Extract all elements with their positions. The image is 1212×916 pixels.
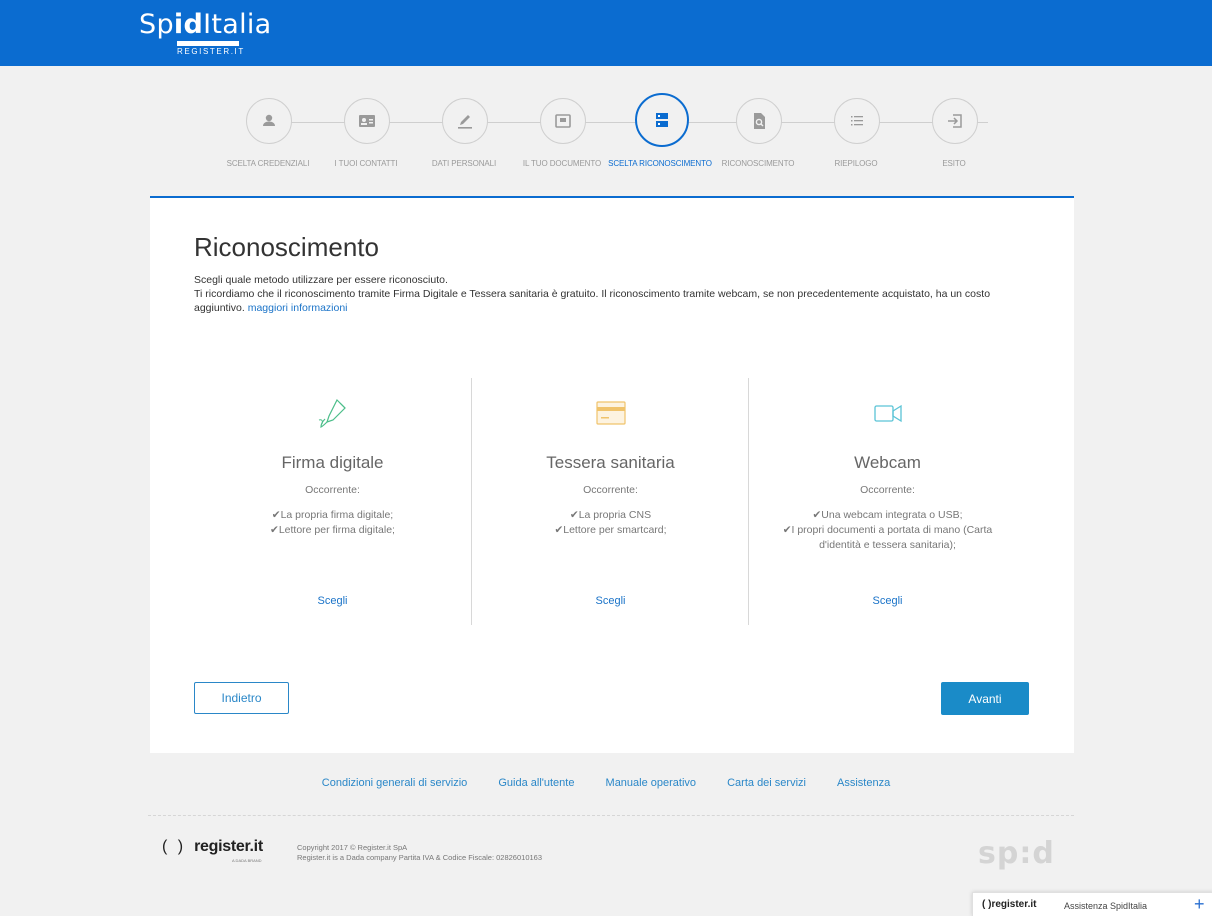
back-button[interactable]: Indietro (194, 682, 289, 714)
help-label: Assistenza SpidItalia (1064, 901, 1148, 911)
footer-links: Condizioni generali di servizio Guida al… (0, 777, 1212, 789)
method-requirements: ✔Una webcam integrata o USB; ✔I propri d… (782, 509, 993, 551)
footer-link-carta-servizi[interactable]: Carta dei servizi (727, 777, 806, 789)
copyright: Copyright 2017 © Register.it SpA Registe… (297, 843, 542, 862)
user-icon (246, 98, 292, 144)
register-tagline: A DADA BRAND (232, 858, 262, 863)
progress-stepper: SCELTA CREDENZIALI I TUOI CONTATTI DATI … (148, 90, 1074, 190)
footer-link-manuale[interactable]: Manuale operativo (606, 777, 697, 789)
contact-card-icon (344, 98, 390, 144)
pen-nib-icon (194, 396, 471, 432)
credit-card-icon (472, 396, 749, 432)
sign-in-icon (932, 98, 978, 144)
method-tessera-sanitaria: Tessera sanitaria Occorrente: ✔La propri… (471, 378, 749, 625)
server-icon (635, 93, 689, 147)
spiditalia-logo[interactable]: SpidItalia REGISTER.IT (139, 9, 272, 57)
method-requirements: ✔La propria CNS ✔Lettore per smartcard; (554, 509, 667, 536)
method-firma-digitale: Firma digitale Occorrente: ✔La propria f… (194, 378, 471, 625)
recognition-methods: Firma digitale Occorrente: ✔La propria f… (194, 378, 1026, 625)
method-webcam: Webcam Occorrente: ✔Una webcam integrata… (748, 378, 1026, 625)
logo-bold: id (173, 9, 204, 40)
step-label: ESITO (942, 159, 966, 168)
assistance-widget[interactable]: ( )register.it Assistenza SpidItalia + (972, 892, 1212, 916)
scegli-tessera-sanitaria-link[interactable]: Scegli (472, 595, 749, 607)
intro-text: Scegli quale metodo utilizzare per esser… (194, 273, 1034, 315)
page-title: Riconoscimento (194, 232, 379, 262)
method-title: Firma digitale (281, 453, 384, 472)
more-info-link[interactable]: maggiori informazioni (248, 302, 348, 314)
file-search-icon (736, 98, 782, 144)
pencil-icon (442, 98, 488, 144)
document-icon (540, 98, 586, 144)
method-title: Webcam (854, 453, 921, 472)
video-camera-icon (749, 396, 1026, 432)
method-subtitle: Occorrente: (305, 484, 360, 496)
scegli-webcam-link[interactable]: Scegli (749, 595, 1026, 607)
logo-prefix: Sp (139, 9, 174, 40)
help-register-logo: ( )register.it (982, 899, 1037, 910)
list-icon (834, 98, 880, 144)
spid-logo: sp:d (978, 836, 1055, 871)
next-button[interactable]: Avanti (941, 682, 1029, 715)
method-requirements: ✔La propria firma digitale; ✔Lettore per… (270, 509, 395, 536)
plus-icon[interactable]: + (1194, 894, 1205, 915)
logo-suffix: Italia (203, 9, 272, 40)
intro-line-2: Ti ricordiamo che il riconoscimento tram… (194, 288, 991, 314)
method-title: Tessera sanitaria (546, 453, 675, 472)
logo-subtitle: REGISTER.IT (177, 41, 243, 56)
top-bar: SpidItalia REGISTER.IT (0, 0, 1212, 66)
footer-link-guida[interactable]: Guida all'utente (498, 777, 574, 789)
intro-line-1: Scegli quale metodo utilizzare per esser… (194, 274, 448, 286)
method-subtitle: Occorrente: (583, 484, 638, 496)
footer-divider (148, 815, 1074, 816)
footer-link-assistenza[interactable]: Assistenza (837, 777, 890, 789)
footer-link-condizioni[interactable]: Condizioni generali di servizio (322, 777, 468, 789)
register-logo[interactable]: ( ) register.it (162, 838, 263, 856)
main-card: Riconoscimento Scegli quale metodo utili… (150, 196, 1074, 753)
scegli-firma-digitale-link[interactable]: Scegli (194, 595, 471, 607)
method-subtitle: Occorrente: (860, 484, 915, 496)
